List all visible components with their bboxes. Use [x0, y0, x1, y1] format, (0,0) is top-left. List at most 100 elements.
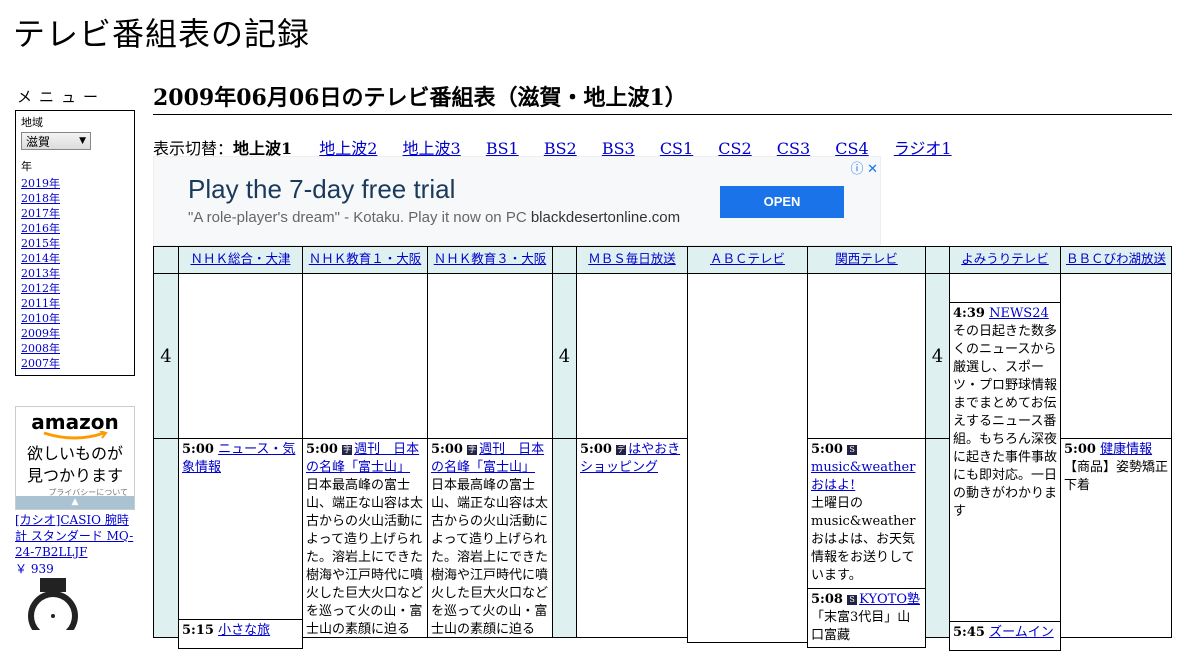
empty-slot — [178, 273, 303, 439]
program-description: 日本最高峰の富士山、端正な山容は太古からの火山活動によって造り上げられた。溶岩上… — [431, 478, 549, 637]
channel-header[interactable]: ＭＢＳ毎日放送 — [576, 246, 688, 274]
program-description: 【商品】姿勢矯正下着 — [1064, 460, 1169, 493]
program-cell[interactable]: 5:00 字週刊 日本の名峰「富士山」 日本最高峰の富士山、端正な山容は太古から… — [427, 438, 553, 638]
watch-image — [28, 578, 78, 630]
program-cell[interactable]: 5:00 デはやおきショッピング — [576, 438, 688, 638]
region-select[interactable]: 滋賀 ▼ — [21, 132, 91, 150]
hour-marker: 4 — [925, 273, 950, 439]
hour-marker — [153, 438, 179, 638]
program-time: 5:45 — [953, 625, 985, 640]
ad-info-close-icon[interactable]: ⓘ ✕ — [850, 158, 878, 177]
channel-header[interactable]: ＢＢＣびわ湖放送 — [1060, 246, 1172, 274]
product-price: ￥ 939 — [15, 562, 54, 576]
empty-slot — [427, 273, 553, 439]
menu-box: 地域 滋賀 ▼ 年 2019年 2018年 2017年 2016年 2015年 … — [15, 110, 135, 376]
program-cell[interactable]: 4:39 NEWS24 その日起きた数多くのニュースから厳選し、スポーツ・プロ野… — [949, 302, 1061, 622]
year-link[interactable]: 2014年 — [21, 252, 60, 265]
year-label: 年 — [21, 160, 32, 173]
program-title[interactable]: KYOTO塾 — [859, 592, 920, 607]
program-time: 5:00 — [580, 442, 612, 457]
empty-slot — [576, 273, 688, 439]
channel-header[interactable]: ＡＢＣテレビ — [687, 246, 808, 274]
empty-slot — [302, 273, 428, 439]
year-link[interactable]: 2017年 — [21, 207, 60, 220]
dropdown-arrow-icon: ▼ — [79, 136, 86, 146]
channel-header[interactable]: ＮＨＫ教育３・大阪 — [427, 246, 553, 274]
year-link[interactable]: 2010年 — [21, 312, 60, 325]
program-time: 5:00 — [431, 442, 463, 457]
ad-domain: blackdesertonline.com — [530, 209, 681, 226]
year-link[interactable]: 2015年 — [21, 237, 60, 250]
ad-title: Play the 7-day free trial — [188, 174, 456, 204]
program-cell[interactable]: 5:00 健康情報 【商品】姿勢矯正下着 — [1060, 438, 1172, 638]
product-link[interactable]: [カシオ]CASIO 腕時計 スタンダード MQ-24-7B2LLJF — [15, 512, 140, 560]
program-time: 5:08 — [811, 592, 843, 607]
channel-header[interactable]: ＮＨＫ教育１・大阪 — [302, 246, 428, 274]
caption-icon: 字 — [342, 445, 353, 455]
program-time: 5:00 — [306, 442, 338, 457]
page-title: 2009年06月06日のテレビ番組表（滋賀・地上波1） — [153, 84, 1172, 115]
hour-marker: 4 — [153, 273, 179, 439]
empty-slot — [1060, 273, 1172, 439]
stereo-icon: S — [847, 445, 858, 455]
empty-slot — [687, 273, 808, 643]
program-cell[interactable]: 5:00 S music&weatherおはよ! 土曜日のmusic&weath… — [807, 438, 926, 589]
program-cell[interactable]: 5:00 ニュース・気象情報 — [178, 438, 303, 620]
year-link[interactable]: 2019年 — [21, 177, 60, 190]
region-select-value: 滋賀 — [26, 134, 51, 149]
site-title: テレビ番組表の記録 — [13, 15, 311, 53]
program-time: 5:00 — [182, 442, 214, 457]
amazon-tagline-1: 欲しいものが — [26, 444, 123, 463]
program-title[interactable]: NEWS24 — [989, 306, 1049, 321]
hour-marker — [552, 438, 577, 638]
program-description: 日本最高峰の富士山、端正な山容は太古からの火山活動によって造り上げられた。溶岩上… — [306, 478, 424, 637]
region-label: 地域 — [21, 116, 43, 129]
program-description: 土曜日のmusic&weatherおはよは、お天気情報をお送りしています。 — [811, 496, 916, 583]
program-time: 4:39 — [953, 306, 985, 321]
year-link[interactable]: 2007年 — [21, 357, 60, 370]
year-link[interactable]: 2008年 — [21, 342, 60, 355]
hour-marker: 4 — [552, 273, 577, 439]
channel-header[interactable]: よみうりテレビ — [949, 246, 1061, 274]
header-spacer — [925, 246, 950, 274]
program-cell[interactable]: 5:00 字週刊 日本の名峰「富士山」 日本最高峰の富士山、端正な山容は太古から… — [302, 438, 428, 638]
year-link[interactable]: 2011年 — [21, 297, 60, 310]
switch-link[interactable]: ラジオ1 — [894, 139, 952, 158]
chevron-up-icon[interactable]: ▲ — [16, 496, 134, 509]
program-description: その日起きた数多くのニュースから厳選し、スポーツ・プロ野球情報までまとめてお伝え… — [953, 324, 1058, 519]
program-cell[interactable]: 5:45 ズームイン — [949, 621, 1061, 651]
stereo-icon: S — [847, 595, 858, 605]
data-broadcast-icon: デ — [616, 445, 627, 455]
year-list: 2019年 2018年 2017年 2016年 2015年 2014年 2013… — [21, 176, 129, 371]
channel-header[interactable]: ＮＨＫ総合・大津 — [178, 246, 303, 274]
amazon-logo: amazon — [31, 410, 119, 434]
channel-header[interactable]: 関西テレビ — [807, 246, 926, 274]
amazon-banner[interactable]: amazon 欲しいものが 見つかります プライバシーについて ▲ — [15, 406, 135, 510]
program-title[interactable]: 健康情報 — [1100, 442, 1152, 457]
header-spacer — [153, 246, 179, 274]
empty-slot — [807, 273, 926, 439]
year-link[interactable]: 2012年 — [21, 282, 60, 295]
program-cell[interactable]: 5:08 S KYOTO塾 「末富3代目」山口富藏 — [807, 588, 926, 648]
year-link[interactable]: 2013年 — [21, 267, 60, 280]
program-description: 「末富3代目」山口富藏 — [811, 610, 911, 643]
ad-subtitle: "A role-player's dream" - Kotaku. Play i… — [188, 209, 681, 226]
program-time: 5:00 — [811, 442, 843, 457]
ad-open-button[interactable]: OPEN — [720, 186, 844, 218]
program-title[interactable]: ズームイン — [989, 625, 1054, 640]
year-link[interactable]: 2018年 — [21, 192, 60, 205]
ad-banner[interactable]: ⓘ ✕ Play the 7-day free trial "A role-pl… — [153, 156, 881, 246]
program-time: 5:00 — [1064, 442, 1096, 457]
amazon-tagline-2: 見つかります — [26, 466, 123, 485]
program-cell[interactable]: 5:15 小さな旅 — [178, 619, 303, 649]
year-link[interactable]: 2016年 — [21, 222, 60, 235]
header-spacer — [552, 246, 577, 274]
menu-heading: メニュー — [17, 88, 106, 106]
program-time: 5:15 — [182, 623, 214, 638]
year-link[interactable]: 2009年 — [21, 327, 60, 340]
program-title[interactable]: 小さな旅 — [218, 623, 270, 638]
hour-marker — [925, 438, 950, 638]
empty-slot — [949, 273, 1061, 303]
program-title[interactable]: music&weatherおはよ! — [811, 460, 915, 493]
caption-icon: 字 — [467, 445, 478, 455]
